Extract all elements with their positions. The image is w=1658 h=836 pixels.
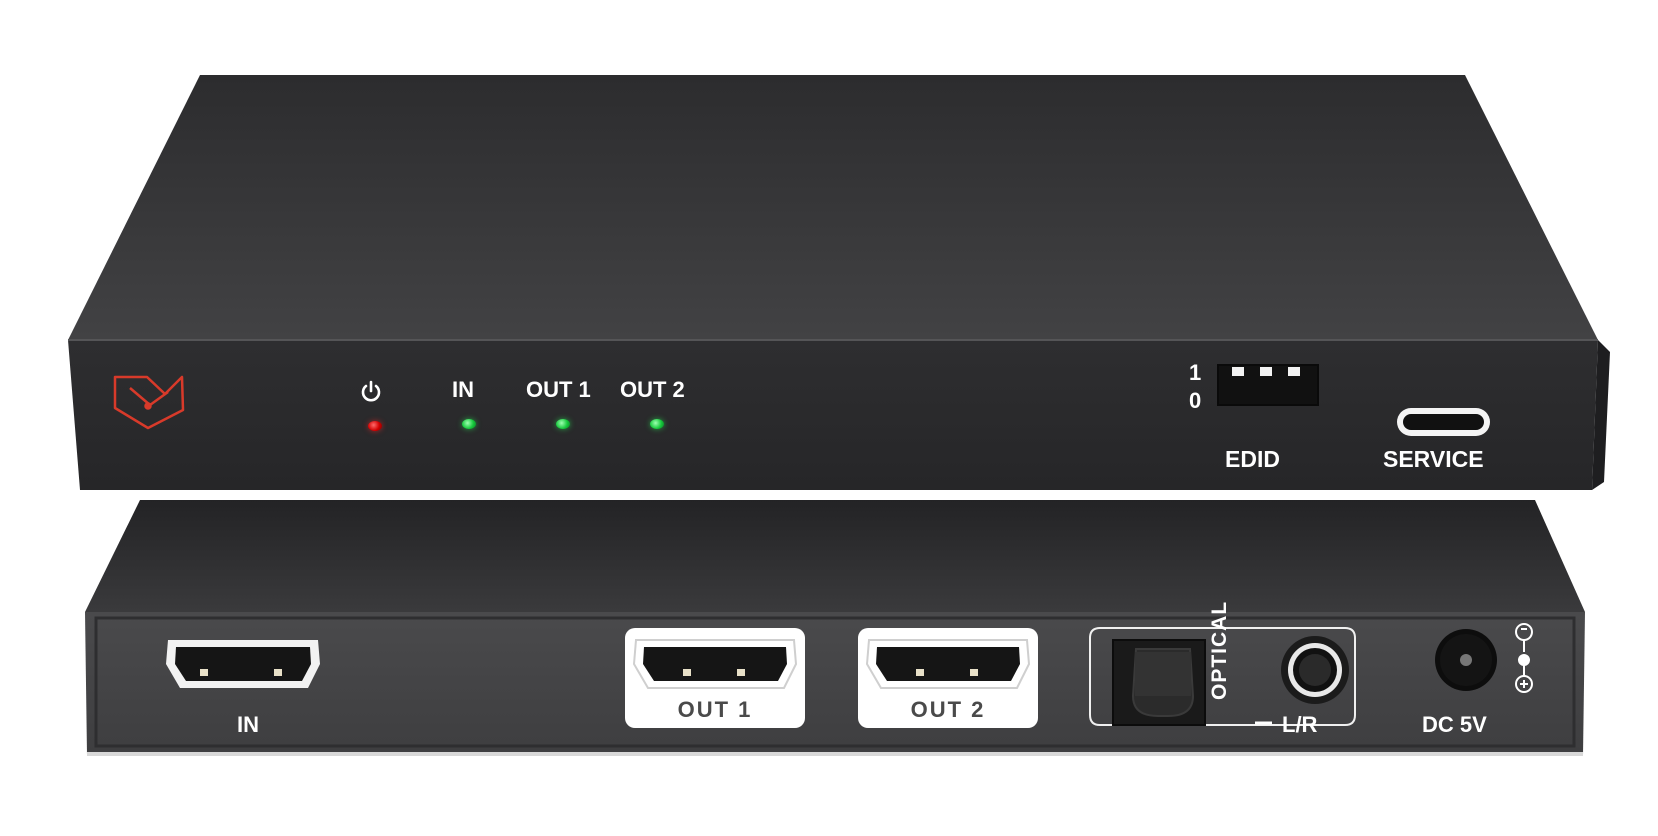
rear-unit: [85, 500, 1585, 756]
out2-badge-label-box: OUT 2: [858, 697, 1038, 725]
out1-badge-label-box: OUT 1: [625, 697, 805, 725]
rear-out1-label: OUT 1: [677, 697, 753, 722]
lr-audio-jack[interactable]: [1281, 636, 1349, 704]
front-unit-top: [68, 75, 1598, 340]
optical-label: OPTICAL: [1208, 600, 1231, 700]
service-label: SERVICE: [1383, 446, 1484, 472]
edid-pos-high-label: 1: [1189, 360, 1202, 385]
dip-toggle-3[interactable]: [1288, 367, 1300, 376]
edid-label: EDID: [1225, 446, 1280, 472]
dip-toggle-2[interactable]: [1260, 367, 1272, 376]
in-led: [462, 419, 476, 429]
in-led-label: IN: [452, 377, 474, 402]
edid-dip-switch[interactable]: [1217, 364, 1319, 406]
power-icon: [361, 380, 381, 402]
optical-port[interactable]: [1112, 639, 1206, 726]
front-unit-face: [68, 340, 1598, 490]
power-led: [368, 421, 382, 431]
rear-unit-top: [85, 500, 1585, 612]
edid-pos-low-label: 0: [1189, 388, 1202, 413]
dc-power-jack[interactable]: [1435, 629, 1497, 691]
hdmi-in-port[interactable]: [166, 640, 320, 688]
dip-toggle-1[interactable]: [1232, 367, 1244, 376]
out2-led: [650, 419, 664, 429]
lr-label: L/R: [1282, 712, 1318, 737]
front-unit: [68, 75, 1610, 490]
rear-face-bottom-edge: [87, 752, 1583, 756]
out1-led: [556, 419, 570, 429]
out1-led-label: OUT 1: [526, 377, 591, 402]
rear-in-label: IN: [237, 712, 259, 737]
service-usb-port[interactable]: [1397, 408, 1490, 436]
product-photo: IN OUT 1 OUT 2 1 0 EDID SERVICE IN OUT 1…: [0, 0, 1658, 836]
out2-led-label: OUT 2: [620, 377, 685, 402]
dc-5v-label: DC 5V: [1422, 712, 1487, 737]
rear-out2-label: OUT 2: [910, 697, 986, 722]
device-illustration: [68, 75, 1610, 756]
